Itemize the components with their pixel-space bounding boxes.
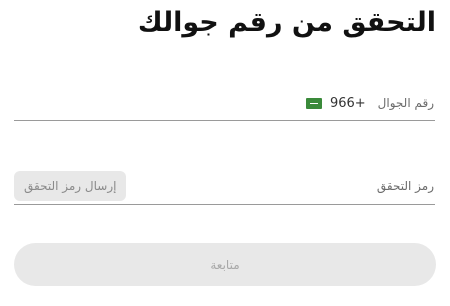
- verify-phone-page: التحقق من رقم جوالك رقم الجوال 966+ رمز …: [0, 0, 450, 306]
- continue-button[interactable]: متابعة: [14, 243, 436, 286]
- phone-label: رقم الجوال: [377, 96, 434, 110]
- phone-field: رقم الجوال 966+: [14, 86, 435, 121]
- saudi-arabia-flag-icon: [305, 97, 322, 109]
- dial-code: 966+: [329, 95, 366, 111]
- send-code-button[interactable]: إرسال رمز التحقق: [14, 171, 127, 201]
- code-label: رمز التحقق: [376, 179, 434, 193]
- country-code-selector[interactable]: 966+: [305, 95, 366, 111]
- page-title: التحقق من رقم جوالك: [137, 7, 436, 38]
- code-field: رمز التحقق إرسال رمز التحقق: [14, 168, 435, 205]
- phone-input[interactable]: [14, 86, 306, 120]
